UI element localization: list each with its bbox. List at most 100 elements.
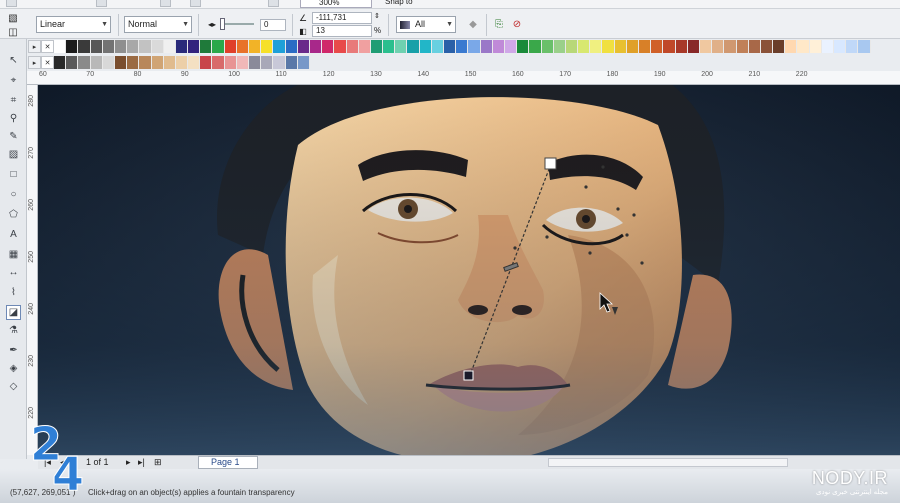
palette-swatch[interactable] bbox=[66, 40, 79, 53]
palette-swatch[interactable] bbox=[809, 40, 822, 53]
no-color-icon[interactable]: ✕ bbox=[41, 56, 54, 69]
palette-swatch[interactable] bbox=[224, 40, 237, 53]
palette-swatch[interactable] bbox=[614, 40, 627, 53]
tab-page-1[interactable]: Page 1 bbox=[198, 456, 258, 469]
palette-swatch[interactable] bbox=[370, 40, 384, 53]
next-page-icon[interactable]: ▸ bbox=[126, 457, 131, 468]
palette-swatch[interactable] bbox=[188, 56, 201, 69]
pointer-tool-icon[interactable]: ↖ bbox=[6, 53, 21, 68]
edge-pad-field[interactable]: 13 bbox=[312, 25, 372, 37]
last-page-icon[interactable]: ▸| bbox=[138, 457, 145, 468]
palette-swatch[interactable] bbox=[175, 40, 189, 53]
palette-swatch[interactable] bbox=[590, 40, 603, 53]
clear-transparency-icon[interactable]: ⊘ bbox=[510, 17, 524, 31]
palette-swatch[interactable] bbox=[797, 40, 810, 53]
palette-swatch[interactable] bbox=[748, 40, 761, 53]
palette-swatch[interactable] bbox=[724, 40, 737, 53]
palette-swatch[interactable] bbox=[139, 56, 152, 69]
palette-swatch[interactable] bbox=[151, 56, 164, 69]
palette-swatch[interactable] bbox=[273, 56, 286, 69]
palette-swatch[interactable] bbox=[127, 56, 140, 69]
palette-swatch[interactable] bbox=[309, 40, 323, 53]
palette-swatch[interactable] bbox=[200, 40, 213, 53]
transparency-type-dropdown[interactable]: Linear ▼ bbox=[36, 16, 111, 33]
palette-swatch[interactable] bbox=[285, 40, 298, 53]
palette-swatch[interactable] bbox=[504, 40, 518, 53]
palette-swatch[interactable] bbox=[834, 40, 847, 53]
horizontal-scrollbar[interactable] bbox=[548, 458, 788, 467]
spin-arrows-icon[interactable]: ⇕ bbox=[374, 12, 380, 20]
palette-swatch[interactable] bbox=[687, 40, 700, 53]
redo-icon[interactable] bbox=[190, 0, 201, 7]
palette-swatch[interactable] bbox=[578, 40, 591, 53]
undo-icon[interactable] bbox=[160, 0, 171, 7]
freehand-tool-icon[interactable]: ✎ bbox=[6, 129, 21, 144]
palette-swatch[interactable] bbox=[200, 56, 213, 69]
palette-swatch[interactable] bbox=[565, 40, 579, 53]
palette-swatch[interactable] bbox=[297, 56, 310, 69]
zoom-level-field[interactable]: 300% bbox=[300, 0, 372, 8]
drawing-canvas[interactable] bbox=[38, 85, 900, 455]
palette-swatch[interactable] bbox=[431, 40, 444, 53]
palette-swatch[interactable] bbox=[492, 40, 505, 53]
connector-tool-icon[interactable]: ⌇ bbox=[6, 285, 21, 300]
palette-swatch[interactable] bbox=[407, 40, 420, 53]
palette-swatch[interactable] bbox=[261, 40, 274, 53]
smart-fill-icon[interactable]: ▨ bbox=[6, 147, 21, 162]
palette-swatch[interactable] bbox=[273, 40, 286, 53]
palette-swatch[interactable] bbox=[334, 40, 347, 53]
palette-swatch[interactable] bbox=[517, 40, 530, 53]
palette-swatch[interactable] bbox=[675, 40, 688, 53]
palette-swatch[interactable] bbox=[602, 40, 615, 53]
palette-swatch[interactable] bbox=[66, 56, 79, 69]
zoom-tool-icon[interactable]: ⚲ bbox=[6, 111, 21, 126]
merge-mode-dropdown[interactable]: Normal ▼ bbox=[124, 16, 192, 33]
table-tool-icon[interactable]: ▦ bbox=[6, 247, 21, 262]
palette-swatch[interactable] bbox=[699, 40, 713, 53]
palette-swatch[interactable] bbox=[236, 56, 249, 69]
palette-swatch[interactable] bbox=[773, 40, 786, 53]
palette-swatch[interactable] bbox=[383, 40, 396, 53]
palette-swatch[interactable] bbox=[139, 40, 152, 53]
palette-swatch[interactable] bbox=[175, 56, 189, 69]
palette-swatch[interactable] bbox=[212, 40, 225, 53]
palette-swatch[interactable] bbox=[444, 40, 457, 53]
snap-to-dropdown[interactable]: Snap to bbox=[385, 0, 445, 8]
start-transparency-field[interactable]: 0 bbox=[260, 19, 286, 31]
palette-swatch[interactable] bbox=[78, 56, 91, 69]
rectangle-tool-icon[interactable]: □ bbox=[6, 167, 21, 182]
palette-swatch[interactable] bbox=[297, 40, 310, 53]
palette-swatch[interactable] bbox=[188, 40, 201, 53]
palette-swatch[interactable] bbox=[529, 40, 542, 53]
palette-swatch[interactable] bbox=[480, 40, 493, 53]
palette-swatch[interactable] bbox=[736, 40, 749, 53]
palette-swatch[interactable] bbox=[54, 40, 67, 53]
eyedropper-icon[interactable]: ⚗ bbox=[6, 323, 21, 338]
copy-transparency-icon[interactable]: ⎘ bbox=[492, 17, 506, 31]
palette-swatch[interactable] bbox=[261, 56, 274, 69]
palette-swatch[interactable] bbox=[114, 56, 128, 69]
outline-pen-icon[interactable]: ✒ bbox=[6, 343, 21, 358]
palette-swatch[interactable] bbox=[651, 40, 664, 53]
no-color-icon[interactable]: ✕ bbox=[41, 40, 54, 53]
text-tool-icon[interactable]: A bbox=[6, 227, 21, 242]
palette-swatch[interactable] bbox=[54, 56, 67, 69]
transparency-slider[interactable] bbox=[220, 18, 254, 30]
polygon-tool-icon[interactable]: ⬠ bbox=[6, 207, 21, 222]
palette-swatch[interactable] bbox=[785, 40, 798, 53]
palette-swatch[interactable] bbox=[541, 40, 554, 53]
angle-field[interactable]: -111,731 bbox=[312, 12, 372, 24]
palette-swatch[interactable] bbox=[102, 40, 115, 53]
palette-swatch[interactable] bbox=[285, 56, 298, 69]
palette-scroll-icon[interactable]: ▸ bbox=[28, 56, 41, 69]
fill-tool-icon[interactable]: ◈ bbox=[6, 361, 21, 376]
palette-swatch[interactable] bbox=[163, 40, 176, 53]
palette-swatch[interactable] bbox=[419, 40, 432, 53]
export-icon[interactable] bbox=[268, 0, 279, 7]
palette-swatch[interactable] bbox=[78, 40, 91, 53]
palette-swatch[interactable] bbox=[212, 56, 225, 69]
palette-swatch[interactable] bbox=[151, 40, 164, 53]
palette-swatch[interactable] bbox=[102, 56, 115, 69]
palette-swatch[interactable] bbox=[236, 40, 249, 53]
save-icon[interactable] bbox=[6, 0, 17, 7]
